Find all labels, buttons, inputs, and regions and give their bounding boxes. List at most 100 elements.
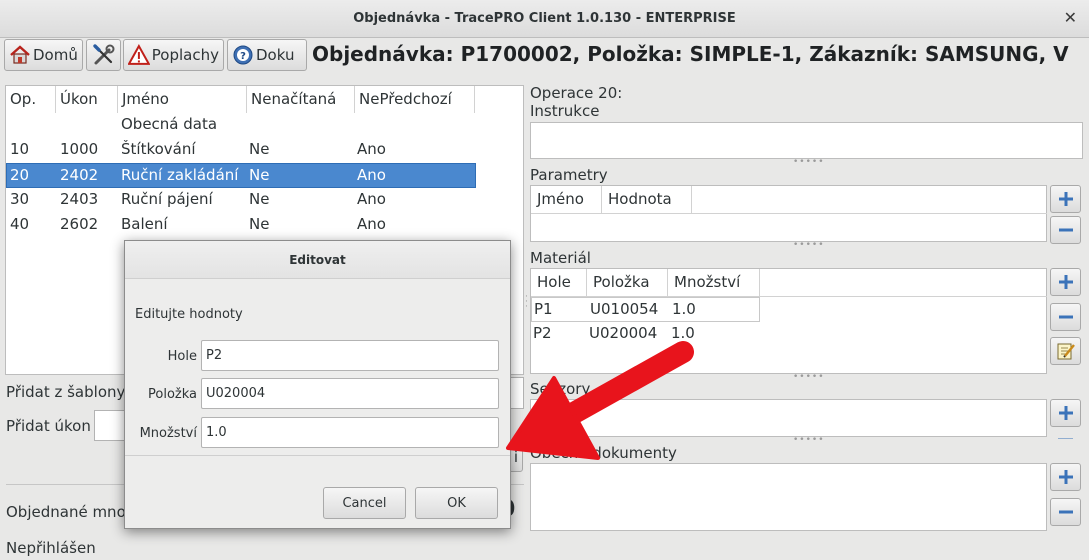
alarms-button-label: Poplachy	[151, 46, 219, 64]
home-icon	[10, 45, 30, 64]
cell-ukon: 1000	[60, 140, 99, 158]
column-header-op[interactable]: Op.	[6, 86, 56, 113]
docs-button-label: Doku	[256, 46, 295, 64]
parameters-label: Parametry	[530, 166, 608, 184]
column-header-name[interactable]: Jméno	[531, 186, 602, 213]
add-material-button[interactable]	[1050, 268, 1081, 296]
mnozstvi-input[interactable]: 1.0	[201, 417, 499, 448]
edit-material-button[interactable]	[1050, 337, 1081, 365]
cell-op: 30	[10, 190, 30, 208]
dialog-title: Editovat	[125, 241, 510, 279]
plus-icon	[1058, 275, 1073, 289]
column-header-hole[interactable]: Hole	[531, 269, 587, 296]
cell-ukon: 2602	[60, 215, 99, 233]
add-parameter-button[interactable]	[1050, 185, 1081, 213]
resize-grip[interactable]: •••••	[793, 157, 825, 167]
cell-ukon: 2403	[60, 190, 99, 208]
hole-input[interactable]: P2	[201, 340, 499, 371]
remove-parameter-button[interactable]	[1050, 216, 1081, 244]
home-button-label: Domů	[33, 46, 78, 64]
plus-icon	[1058, 406, 1073, 420]
table-row[interactable]: Obecná data	[6, 113, 476, 138]
alarms-button[interactable]: Poplachy	[123, 39, 224, 71]
add-from-template-label: Přidat z šablony	[6, 383, 126, 401]
column-header-value[interactable]: Hodnota	[602, 186, 692, 213]
ok-button[interactable]: OK	[415, 487, 498, 519]
cell-op: 40	[10, 215, 30, 233]
column-header-jmeno[interactable]: Jméno	[118, 86, 247, 113]
resize-grip[interactable]: •••••	[793, 240, 825, 250]
column-header-polozka[interactable]: Položka	[587, 269, 668, 296]
wrench-screwdriver-icon	[92, 44, 114, 65]
remove-material-button[interactable]	[1050, 303, 1081, 331]
add-document-button[interactable]	[1050, 463, 1081, 491]
polozka-label: Položka	[148, 387, 197, 402]
window-title: Objednávka - TracePRO Client 1.0.130 - E…	[353, 11, 736, 26]
parameters-table[interactable]: Jméno Hodnota	[530, 185, 1047, 242]
table-row[interactable]: 40 2602 Balení Ne Ano	[6, 213, 476, 238]
cell-jmeno: Ruční pájení	[121, 190, 213, 208]
column-header-nepredchozi[interactable]: NePředchozí	[355, 86, 475, 113]
column-header-mnozstvi[interactable]: Množství	[668, 269, 760, 296]
plus-icon	[1058, 470, 1073, 484]
separator	[125, 455, 510, 456]
edit-icon	[1057, 343, 1075, 360]
cell-nenacitana: Ne	[249, 215, 270, 233]
table-row[interactable]: P1 U010054 1.0	[531, 297, 760, 322]
minus-icon	[1058, 510, 1073, 514]
page-heading: Objednávka: P1700002, Položka: SIMPLE-1,…	[312, 42, 1069, 66]
instructions-label: Instrukce	[530, 102, 600, 120]
home-button[interactable]: Domů	[4, 39, 83, 71]
minus-icon	[1058, 315, 1073, 319]
polozka-input[interactable]: U020004	[201, 378, 499, 409]
cell-op: 10	[10, 140, 30, 158]
edit-dialog[interactable]: Editovat Editujte hodnoty Hole P2 Položk…	[124, 240, 511, 529]
dialog-subtitle: Editujte hodnoty	[135, 307, 243, 322]
table-row[interactable]: 10 1000 Štítkování Ne Ano	[6, 138, 476, 163]
column-header-ukon[interactable]: Úkon	[56, 86, 118, 113]
cell-nepredchozi: Ano	[357, 215, 386, 233]
cell-mnozstvi: 1.0	[672, 300, 696, 318]
tools-button[interactable]	[86, 39, 121, 71]
table-row-selected[interactable]: 20 2402 Ruční zakládání Ne Ano	[6, 163, 476, 188]
help-icon: ?	[233, 45, 253, 65]
add-sensor-button[interactable]	[1050, 399, 1081, 427]
material-label: Materiál	[530, 249, 591, 267]
docs-button[interactable]: ? Doku	[227, 39, 307, 71]
add-task-label: Přidat úkon	[6, 417, 91, 435]
resize-grip[interactable]: •••••	[793, 435, 825, 445]
cell-polozka: U010054	[590, 300, 659, 318]
warning-icon	[128, 44, 150, 65]
hole-label: Hole	[167, 349, 197, 364]
cell-jmeno: Obecná data	[121, 115, 218, 133]
status-text: Nepřihlášen	[6, 539, 96, 557]
splitter-handle[interactable]: · · ·	[525, 293, 529, 312]
title-bar: Objednávka - TracePRO Client 1.0.130 - E…	[0, 0, 1089, 38]
cell-jmeno: Balení	[121, 215, 168, 233]
cell-nenacitana: Ne	[249, 140, 270, 158]
minus-icon	[1058, 438, 1073, 439]
cell-hole: P1	[534, 300, 553, 318]
resize-grip[interactable]: •••••	[793, 372, 825, 382]
minus-icon	[1058, 228, 1073, 232]
remove-document-button[interactable]	[1050, 498, 1081, 526]
ordered-quantity-label: Objednané mno	[6, 503, 126, 521]
cell-nenacitana: Ne	[249, 166, 270, 184]
cell-nepredchozi: Ano	[357, 140, 386, 158]
cell-nepredchozi: Ano	[357, 166, 386, 184]
cell-jmeno: Štítkování	[121, 140, 196, 158]
remove-sensor-button[interactable]	[1050, 430, 1081, 439]
close-icon[interactable]: ✕	[1064, 8, 1077, 27]
instructions-textarea[interactable]	[530, 122, 1083, 159]
svg-text:?: ?	[240, 51, 246, 62]
plus-icon	[1058, 192, 1073, 206]
cell-nepredchozi: Ano	[357, 190, 386, 208]
cell-op: 20	[10, 166, 30, 184]
table-row[interactable]: 30 2403 Ruční pájení Ne Ano	[6, 188, 476, 213]
mnozstvi-label: Množství	[139, 426, 197, 441]
column-header-nenacitana[interactable]: Nenačítaná	[247, 86, 355, 113]
operation-label: Operace 20:	[530, 84, 623, 102]
cell-ukon: 2402	[60, 166, 99, 184]
cell-jmeno: Ruční zakládání	[121, 166, 239, 184]
cancel-button[interactable]: Cancel	[323, 487, 406, 519]
